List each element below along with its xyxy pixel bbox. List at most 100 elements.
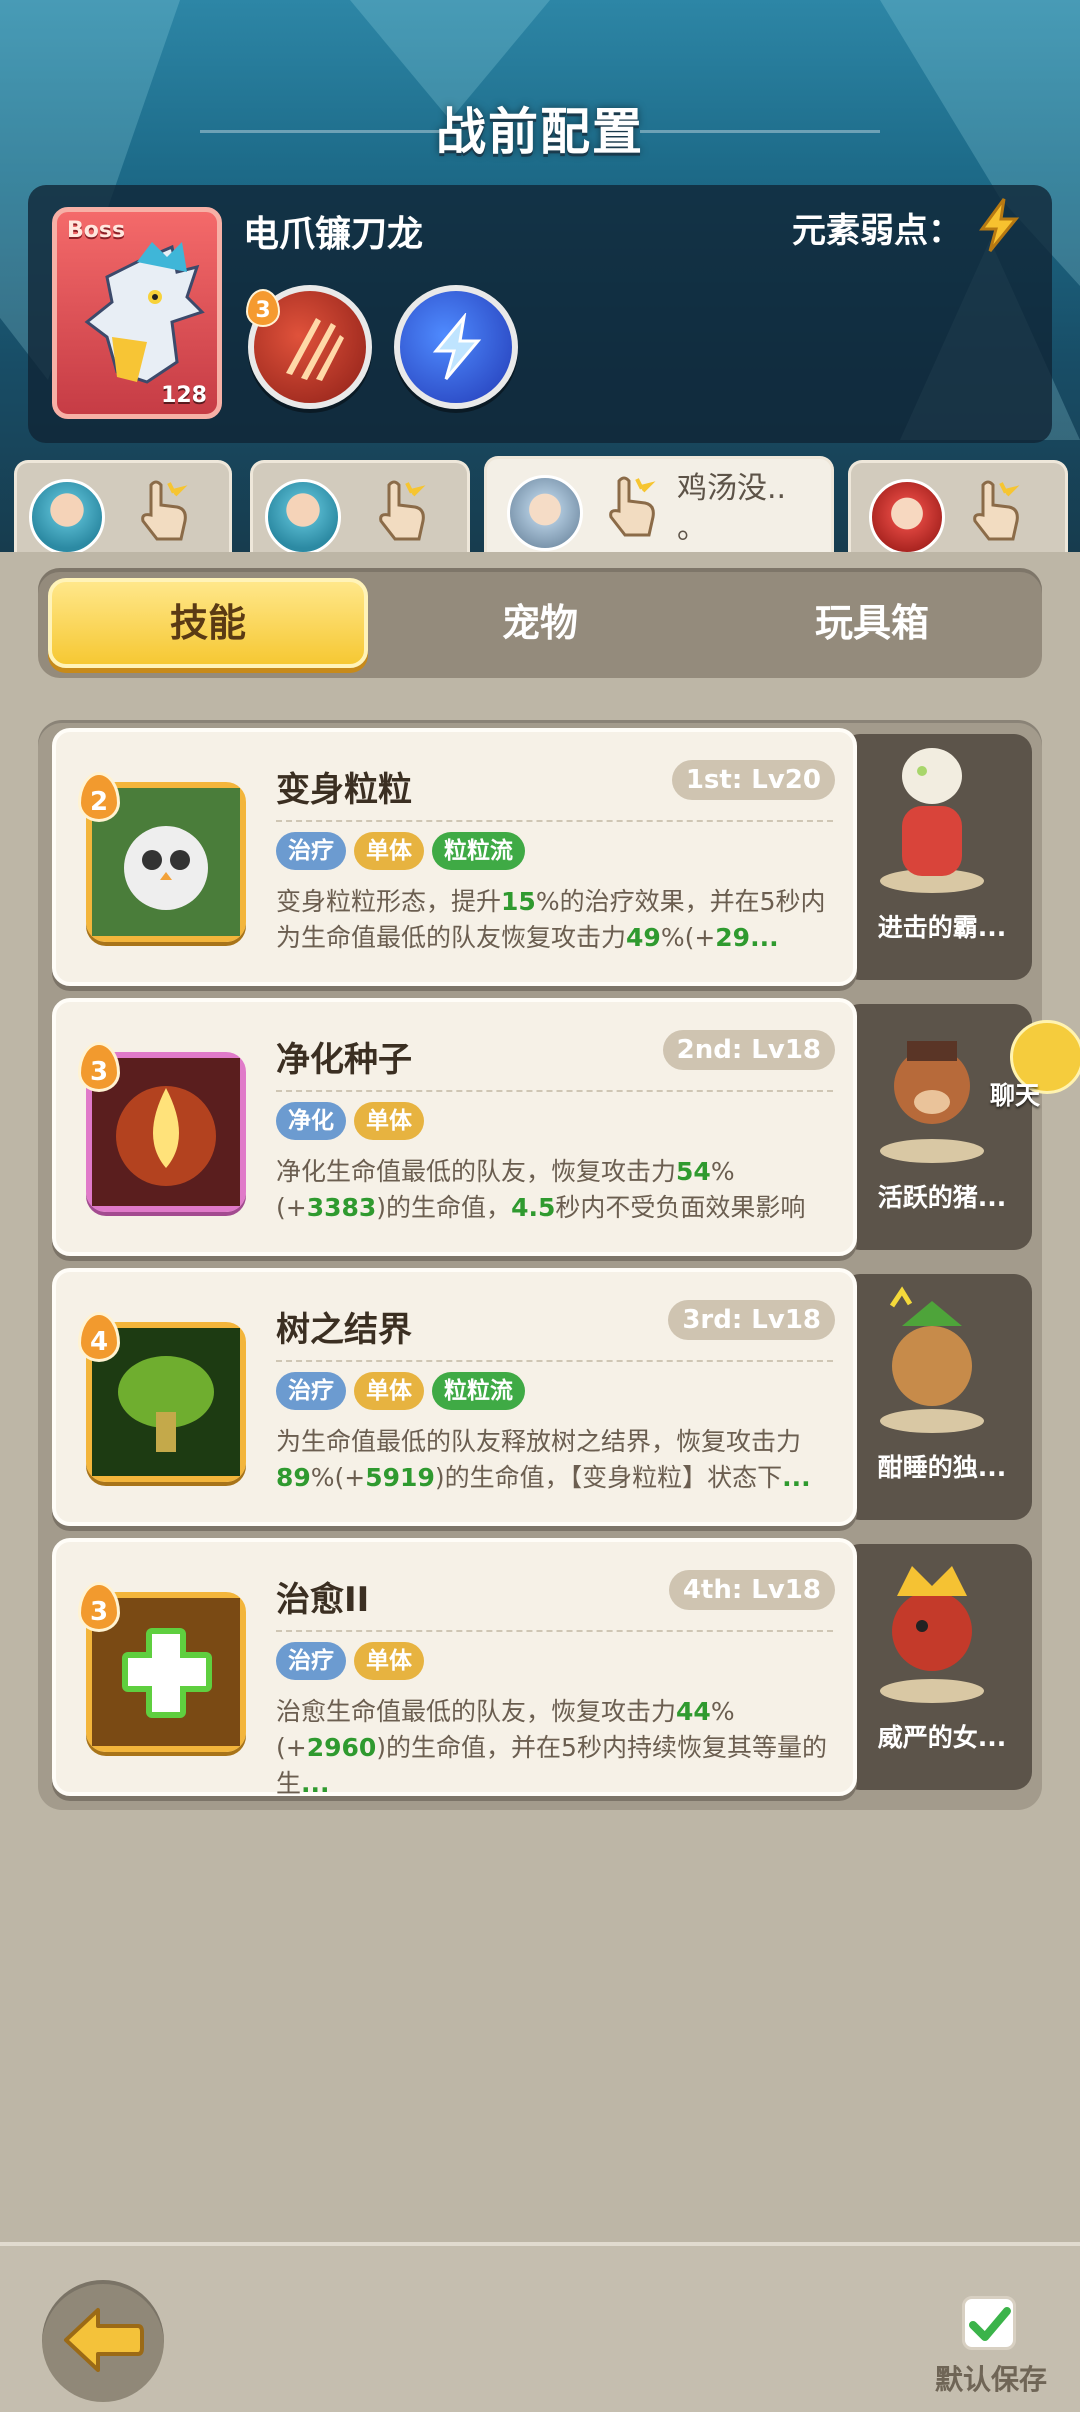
skill-level: 2nd: Lv18 xyxy=(662,1030,835,1070)
desc-text: )的生命值， xyxy=(376,1193,512,1222)
desc-value: 5919 xyxy=(365,1463,435,1492)
desc-value: 44 xyxy=(676,1697,711,1726)
skill-name: 净化种子 xyxy=(276,1040,412,1080)
skill-card[interactable]: 活跃的猪... 3 净化种子 2nd: Lv18 净化 单体 净化生命值最低的队友… xyxy=(52,998,1032,1256)
skill-tag: 治疗 xyxy=(276,1372,346,1410)
page-title: 战前配置 xyxy=(436,103,644,161)
title-divider xyxy=(200,130,440,133)
skill-card[interactable]: 威严的女... 3 治愈II 4th: Lv18 治疗 单体 治愈生命值最低的队友… xyxy=(52,1538,1032,1796)
tap-hand-icon xyxy=(609,476,656,537)
skill-description: 变身粒粒形态，提升15%的治疗效果，并在5秒内为生命值最低的队友恢复攻击力49%… xyxy=(276,884,836,984)
skill-card-face[interactable]: 2 变身粒粒 1st: Lv20 治疗 单体 粒粒流 变身粒粒形态，提升15%的治疗… xyxy=(52,728,857,986)
tab-toybox[interactable]: 玩具箱 xyxy=(712,578,1032,668)
desc-value: 29 xyxy=(715,923,751,952)
title-bar: 战前配置 xyxy=(0,92,1080,164)
divider xyxy=(276,820,833,822)
boss-info-panel: Boss 128 电爪镰刀龙 元素弱点： 3 xyxy=(28,185,1052,443)
desc-text: 秒内不受负面效果影响 xyxy=(555,1193,806,1222)
skill-tags: 治疗 单体 粒粒流 xyxy=(276,832,525,870)
divider xyxy=(276,1630,833,1632)
skill-cost-badge: 4 xyxy=(78,1312,120,1362)
desc-text: %(+ xyxy=(660,923,716,952)
skill-description: 净化生命值最低的队友，恢复攻击力54%(+3383)的生命值，4.5秒内不受负面… xyxy=(276,1154,836,1254)
desc-text: 治愈生命值最低的队友，恢复攻击力 xyxy=(276,1697,677,1726)
desc-value: ... xyxy=(301,1769,330,1794)
back-button[interactable] xyxy=(42,2280,164,2402)
skill-card-face[interactable]: 4 树之结界 3rd: Lv18 治疗 单体 粒粒流 为生命值最低的队友释放树之结界… xyxy=(52,1268,857,1526)
avatar xyxy=(869,479,945,555)
category-tabs: 技能 宠物 玩具箱 xyxy=(38,568,1042,678)
boss-name: 电爪镰刀龙 xyxy=(243,214,424,255)
tab-skills[interactable]: 技能 xyxy=(48,578,368,668)
skill-list: 进击的霸... 2 变身粒粒 1st: Lv20 治疗 单体 粒粒流 变身粒粒形态，… xyxy=(38,720,1042,1810)
lightning-icon xyxy=(979,198,1020,252)
avatar xyxy=(29,479,105,555)
boss-skill-lightning[interactable] xyxy=(394,285,518,409)
tap-hand-icon xyxy=(141,480,188,541)
team-slot-4[interactable] xyxy=(848,460,1068,555)
check-icon xyxy=(969,2307,1011,2341)
skill-level: 4th: Lv18 xyxy=(668,1570,835,1610)
team-selector: 鸡汤没.. 。 xyxy=(0,456,1080,555)
skill-cost-badge: 2 xyxy=(78,772,120,822)
desc-value: ... xyxy=(782,1463,811,1492)
skill-tag: 粒粒流 xyxy=(432,1372,525,1410)
boss-skill-badge: 3 xyxy=(246,289,280,327)
boss-tag: Boss xyxy=(67,218,126,243)
skill-tag: 单体 xyxy=(354,1102,424,1140)
desc-value: 3383 xyxy=(306,1193,377,1222)
skill-card-face[interactable]: 3 净化种子 2nd: Lv18 净化 单体 净化生命值最低的队友，恢复攻击力54… xyxy=(52,998,857,1256)
skill-name: 变身粒粒 xyxy=(276,770,412,810)
pet-figure-icon xyxy=(880,1566,984,1703)
desc-value: 2960 xyxy=(306,1733,377,1762)
pet-figure-icon xyxy=(880,748,984,893)
tap-hand-icon xyxy=(973,480,1020,541)
skill-tags: 治疗 单体 xyxy=(276,1642,424,1680)
team-slot-1[interactable] xyxy=(14,460,232,555)
pet-name: 酣睡的独... xyxy=(877,1453,1007,1482)
desc-text: 为生命值最低的队友释放树之结界，恢复攻击力 xyxy=(276,1427,802,1456)
claw-slash-icon xyxy=(286,318,344,381)
divider xyxy=(276,1360,833,1362)
team-slot-2[interactable] xyxy=(250,460,470,555)
skill-tag: 单体 xyxy=(354,832,424,870)
skill-name: 树之结界 xyxy=(276,1310,412,1350)
skill-level: 3rd: Lv18 xyxy=(668,1300,835,1340)
desc-text: 净化生命值最低的队友，恢复攻击力 xyxy=(276,1157,677,1186)
boss-level: 128 xyxy=(161,383,207,408)
tap-hand-icon xyxy=(379,480,426,541)
avatar xyxy=(507,475,583,551)
skill-tag: 粒粒流 xyxy=(432,832,525,870)
avatar xyxy=(265,479,341,555)
chat-button[interactable]: 聊天 xyxy=(990,1020,1080,1110)
skill-tag: 单体 xyxy=(354,1642,424,1680)
desc-value: 54 xyxy=(676,1157,711,1186)
team-slot-3[interactable]: 鸡汤没.. 。 xyxy=(484,456,834,555)
skill-card[interactable]: 进击的霸... 2 变身粒粒 1st: Lv20 治疗 单体 粒粒流 变身粒粒形态，… xyxy=(52,728,1032,986)
boss-portrait[interactable]: Boss 128 xyxy=(52,207,222,419)
team-slot-label: 鸡汤没.. 。 xyxy=(677,471,787,546)
pet-name: 活跃的猪... xyxy=(877,1183,1007,1212)
pet-name: 进击的霸... xyxy=(877,913,1007,942)
desc-text: )的生命值，【变身粒粒】状态下 xyxy=(434,1463,783,1492)
desc-value: 49 xyxy=(626,923,661,952)
desc-text: %(+ xyxy=(310,1463,366,1492)
skill-tag: 治疗 xyxy=(276,1642,346,1680)
chat-label: 聊天 xyxy=(990,1081,1041,1110)
skill-description: 为生命值最低的队友释放树之结界，恢复攻击力 89%(+5919)的生命值，【变身粒… xyxy=(276,1424,836,1524)
pet-figure-icon xyxy=(880,1286,984,1433)
skill-card-face[interactable]: 3 治愈II 4th: Lv18 治疗 单体 治愈生命值最低的队友，恢复攻击力44… xyxy=(52,1538,857,1796)
skill-cost-badge: 3 xyxy=(78,1042,120,1092)
tab-pets[interactable]: 宠物 xyxy=(380,578,700,668)
skill-tag: 净化 xyxy=(276,1102,346,1140)
pet-figure-icon xyxy=(880,1041,984,1163)
bottom-bar: 默认保存 xyxy=(0,2242,1080,2412)
skill-card[interactable]: 酣睡的独... 4 树之结界 3rd: Lv18 治疗 单体 粒粒流 为生命值最低的… xyxy=(52,1268,1032,1526)
desc-value: 89 xyxy=(276,1463,311,1492)
config-panel: 技能 宠物 玩具箱 进击的霸... 2 变身粒粒 1st: Lv20 治疗 单体粒… xyxy=(0,552,1080,2242)
desc-text: 变身粒粒形态，提升 xyxy=(276,887,502,916)
desc-value: ... xyxy=(750,923,779,952)
default-save-checkbox[interactable] xyxy=(962,2296,1016,2350)
boss-dragon-image xyxy=(84,242,205,384)
weakness-label: 元素弱点： xyxy=(792,211,962,251)
